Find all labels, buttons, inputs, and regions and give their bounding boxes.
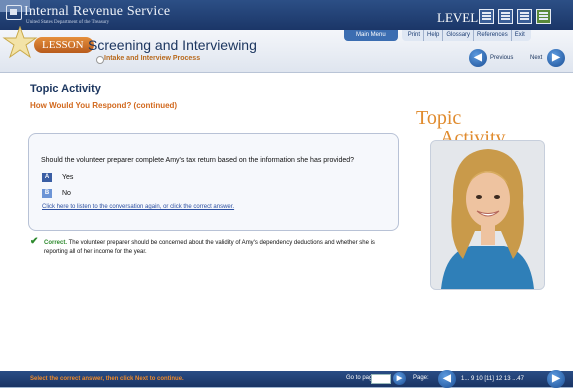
answer-option-a[interactable]: A Yes: [42, 172, 73, 182]
option-b-badge[interactable]: B: [42, 188, 52, 198]
subtopic-bullet-icon: [96, 56, 104, 64]
level-label: LEVEL:: [437, 10, 482, 25]
footer-previous-button[interactable]: ◀: [438, 370, 456, 388]
goto-button[interactable]: ▶: [393, 372, 406, 385]
page-label: Page:: [413, 375, 429, 381]
answer-option-b[interactable]: B No: [42, 188, 71, 198]
app-window: Internal Revenue Service United States D…: [0, 0, 573, 388]
footer-instruction: Select the correct answer, then click Ne…: [30, 376, 184, 382]
arrow-right-icon: ▶: [552, 52, 560, 63]
option-b-label[interactable]: No: [62, 190, 71, 197]
lesson-tag: LESSON: [34, 37, 94, 53]
menu-bar: Main Menu Print Help Glossary References…: [344, 30, 531, 41]
org-subtitle: United States Department of the Treasury: [26, 20, 110, 25]
print-link[interactable]: Print: [405, 30, 425, 41]
correct-label: Correct.: [44, 240, 68, 246]
org-title: Internal Revenue Service: [24, 4, 171, 19]
question-panel: Should the volunteer preparer complete A…: [28, 133, 399, 231]
footer-bar: Select the correct answer, then click Ne…: [0, 370, 573, 388]
glossary-link[interactable]: Glossary: [443, 30, 475, 41]
option-a-badge[interactable]: A: [42, 172, 52, 182]
amy-photo: [430, 140, 545, 290]
feedback-text: Correct. The volunteer preparer should b…: [44, 239, 394, 257]
lesson-title: Screening and Interviewing: [88, 37, 257, 53]
help-link[interactable]: Help: [424, 30, 444, 41]
level-4-icon[interactable]: [536, 9, 551, 24]
previous-button[interactable]: ◀: [469, 49, 487, 67]
level-icons: [479, 9, 551, 24]
option-a-label[interactable]: Yes: [62, 174, 73, 181]
next-button[interactable]: ▶: [547, 49, 565, 67]
arrow-left-icon: ◀: [474, 52, 482, 63]
feedback-body: The volunteer preparer should be concern…: [44, 240, 375, 255]
level-2-icon[interactable]: [498, 9, 513, 24]
person-illustration-icon: [431, 141, 544, 289]
menu-links: Print Help Glossary References Exit: [401, 30, 531, 41]
references-link[interactable]: References: [474, 30, 512, 41]
arrow-left-icon: ◀: [443, 373, 451, 384]
irs-header: Internal Revenue Service United States D…: [0, 0, 573, 30]
listen-again-link[interactable]: Click here to listen to the conversation…: [42, 204, 234, 210]
main-menu-button[interactable]: Main Menu: [344, 30, 398, 41]
level-1-icon[interactable]: [479, 9, 494, 24]
previous-label[interactable]: Previous: [490, 55, 513, 61]
goto-page-input[interactable]: [371, 374, 391, 384]
page-numbers[interactable]: 1... 9 10 [11] 12 13 ...47: [461, 376, 524, 382]
question-text: Should the volunteer preparer complete A…: [41, 157, 355, 164]
page-title: Topic Activity: [30, 83, 101, 95]
page-subheading: How Would You Respond? (continued): [30, 101, 178, 110]
arrow-right-icon: ▶: [552, 373, 560, 384]
exit-link[interactable]: Exit: [512, 30, 528, 41]
checkmark-icon: ✔: [30, 236, 39, 247]
goto-arrow-icon: ▶: [396, 375, 403, 382]
star-icon: [2, 26, 38, 59]
footer-next-button[interactable]: ▶: [547, 370, 565, 388]
lesson-subtitle: Intake and Interview Process: [104, 55, 201, 62]
next-label[interactable]: Next: [530, 55, 542, 61]
art-line-1: Topic: [416, 107, 461, 129]
level-3-icon[interactable]: [517, 9, 532, 24]
irs-logo-icon: [6, 5, 22, 20]
